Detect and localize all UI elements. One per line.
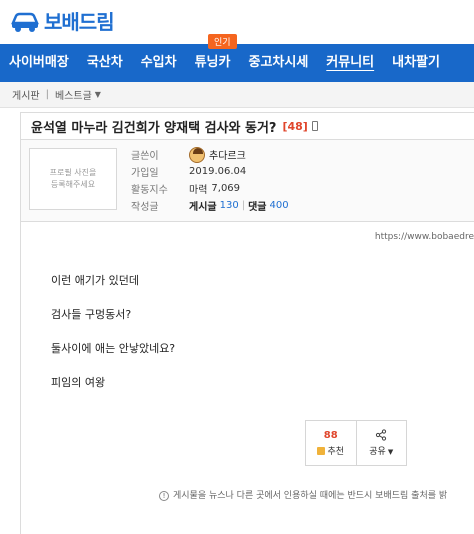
content-line: 피임의 여왕 [51, 376, 106, 389]
recommend-button[interactable]: 88 추천 [306, 421, 356, 465]
caret-down-icon: ▼ [387, 448, 394, 456]
author-nickname[interactable]: 추다르크 [209, 147, 246, 162]
comment-count-label[interactable]: 댓글 [248, 198, 266, 213]
nav-item-imported-car[interactable]: 수입차 [132, 44, 186, 82]
author-profile: 프로필 사진을 등록해주세요 글쓴이 추다르크 가입일 2019.06.04 활… [20, 140, 474, 222]
recommend-label: 추천 [327, 446, 345, 457]
hot-badge: 인기 [208, 34, 237, 49]
site-logo[interactable]: 보배드림 [10, 6, 115, 35]
mileage-value: 7,069 [211, 183, 241, 194]
nav-item-domestic-car[interactable]: 국산차 [78, 44, 132, 82]
content-line: 이런 애기가 있던데 [51, 274, 139, 287]
posts-label: 작성글 [131, 202, 159, 213]
share-label: 공유 [369, 447, 386, 457]
author-comment-count[interactable]: 400 [269, 200, 288, 211]
caret-down-icon[interactable]: ▼ [95, 90, 101, 99]
comment-count-badge[interactable]: [48] [282, 120, 307, 133]
vote-share-box: 88 추천 공유 ▼ [305, 420, 407, 466]
notice-text: 게시물을 뉴스나 다른 곳에서 인용하실 때에는 반드시 보배드림 출처를 밝 [173, 491, 448, 501]
logo-text: 보배드림 [44, 10, 115, 34]
post-count[interactable]: 130 [220, 200, 239, 211]
top-header: 보배드림 [0, 0, 474, 40]
nav-item-sell-car[interactable]: 내차팔기 [383, 44, 449, 82]
thumbs-up-icon [317, 447, 326, 455]
author-info: 글쓴이 추다르크 가입일 2019.06.04 활동지수 마력 7,069 작성… [131, 146, 289, 214]
content-line: 둘사이에 애는 안낳았네요? [51, 342, 176, 355]
share-icon [376, 429, 387, 441]
post-content: https://www.bobaedre 이런 애기가 있던데 검사들 구멍동서… [20, 222, 474, 534]
content-line: 검사들 구멍동서? [51, 308, 132, 321]
info-icon: ! [159, 490, 169, 501]
post-title: 윤석열 마누라 김건희가 양재택 검사와 동거? [31, 120, 277, 136]
nav-item-tuning-car[interactable]: 튜닝카 [186, 44, 240, 82]
joined-label: 가입일 [131, 168, 159, 179]
post-count-label[interactable]: 게시글 [189, 198, 217, 213]
recommend-count: 88 [323, 429, 338, 441]
divider: | [241, 200, 246, 211]
mileage-label: 마력 [189, 185, 208, 196]
car-icon [10, 10, 40, 32]
breadcrumb-root[interactable]: 게시판 [12, 87, 40, 102]
source-url[interactable]: https://www.bobaedre [375, 232, 474, 242]
writer-label: 글쓴이 [131, 151, 159, 162]
nav-item-cyber-store[interactable]: 사이버매장 [0, 44, 78, 82]
breadcrumb-current[interactable]: 베스트글 [55, 87, 92, 102]
breadcrumb-separator: | [45, 89, 49, 100]
share-button[interactable]: 공유 ▼ [355, 421, 407, 465]
mobile-icon [311, 121, 318, 131]
nav-item-used-car-price[interactable]: 중고차시세 [239, 44, 317, 82]
profile-photo-placeholder: 프로필 사진을 등록해주세요 [29, 148, 117, 210]
join-date: 2019.06.04 [189, 166, 247, 177]
activity-label: 활동지수 [131, 185, 168, 196]
main-nav: 사이버매장 국산차 수입차 튜닝카 중고차시세 커뮤니티 내차팔기 [0, 44, 474, 82]
copyright-notice: ! 게시물을 뉴스나 다른 곳에서 인용하실 때에는 반드시 보배드림 출처를 밝 [159, 488, 447, 501]
avatar [189, 146, 205, 163]
post-title-bar: 윤석열 마누라 김건희가 양재택 검사와 동거? [48] [20, 112, 474, 140]
nav-item-community[interactable]: 커뮤니티 [317, 44, 383, 82]
breadcrumb: 게시판 | 베스트글 ▼ [0, 82, 474, 108]
